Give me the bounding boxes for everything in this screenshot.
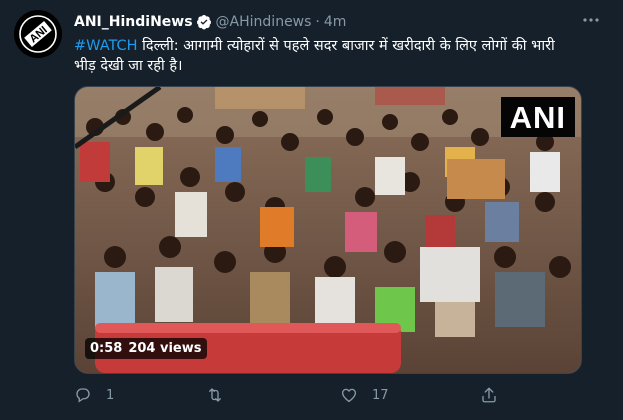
avatar[interactable]: ANI — [14, 10, 62, 58]
tweet-actions: 1 17 — [74, 380, 594, 410]
reply-button[interactable]: 1 — [74, 380, 114, 410]
video-player[interactable]: ANI 0:58 204 views — [74, 86, 582, 374]
like-button[interactable]: 17 — [340, 380, 389, 410]
share-icon — [482, 387, 496, 403]
share-button[interactable] — [480, 380, 512, 410]
separator: · — [315, 14, 320, 30]
video-duration-badge: 0:58 204 views — [85, 338, 207, 359]
video-duration: 0:58 — [90, 341, 123, 356]
more-icon[interactable] — [581, 12, 601, 28]
retweet-icon — [209, 388, 221, 402]
tweet-header: ANI_HindiNews @AHindinews · 4m — [74, 12, 346, 32]
view-count: 204 views — [128, 341, 202, 356]
tweet-body: दिल्ली: आगामी त्योहारों से पहले सदर बाजा… — [74, 38, 555, 74]
author-name[interactable]: ANI_HindiNews — [74, 14, 193, 30]
like-icon — [341, 388, 357, 403]
tweet-card[interactable]: ANI ANI_HindiNews @AHindinews · 4m #WATC… — [0, 0, 623, 420]
tweet-text: #WATCH दिल्ली: आगामी त्योहारों से पहले स… — [74, 36, 574, 76]
timestamp[interactable]: 4m — [324, 14, 347, 30]
verified-badge-icon — [196, 15, 211, 30]
ani-logo-icon: ANI — [14, 10, 62, 58]
hashtag-link[interactable]: #WATCH — [74, 38, 138, 54]
retweet-button[interactable] — [206, 380, 238, 410]
ani-watermark: ANI — [500, 97, 575, 137]
reply-count: 1 — [106, 387, 115, 403]
reply-icon — [76, 388, 90, 403]
like-count: 17 — [372, 387, 389, 403]
author-handle[interactable]: @AHindinews — [216, 14, 312, 30]
